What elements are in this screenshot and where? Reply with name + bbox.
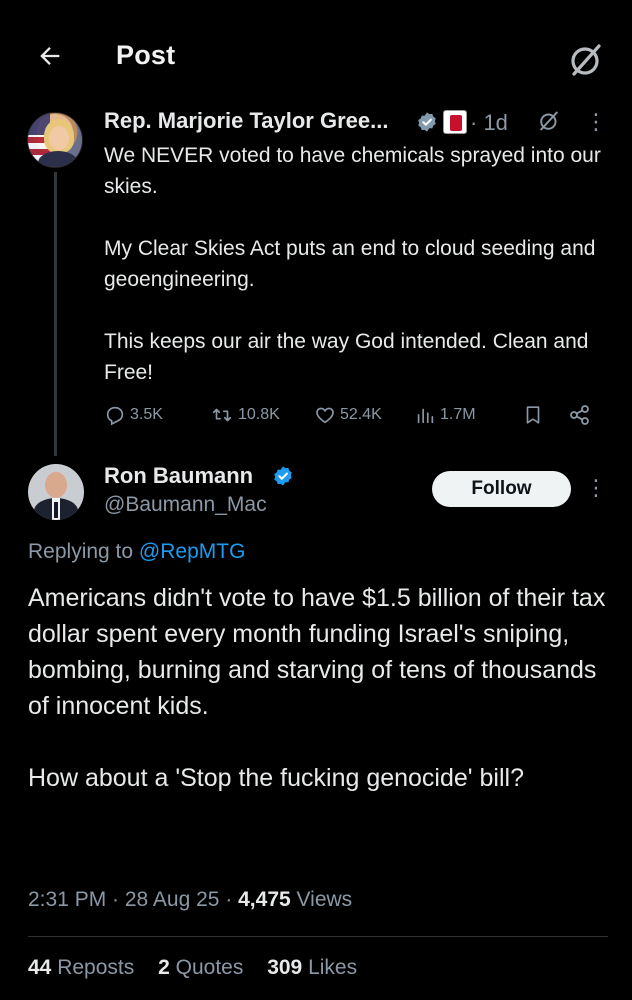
reposts-count: 44 [28, 956, 52, 979]
government-affiliation-icon [443, 110, 467, 134]
avatar[interactable] [28, 464, 84, 520]
author-name[interactable]: Ron Baumann [104, 463, 253, 489]
grok-icon[interactable] [536, 108, 562, 134]
author-handle[interactable]: @Baumann_Mac [104, 493, 267, 517]
replying-to: Replying to @RepMTG [28, 540, 245, 564]
verified-badge-icon [418, 112, 436, 132]
page-title: Post [116, 40, 176, 70]
post-page: Post Rep. Marjorie Taylor Gree... · 1d ⋮… [0, 0, 632, 1000]
post-time[interactable]: · 1d [470, 110, 508, 136]
more-options-icon[interactable]: ⋮ [584, 474, 608, 502]
quotes-stat[interactable]: 2 Quotes [158, 956, 243, 979]
back-button[interactable] [30, 36, 70, 76]
post-paragraph: We NEVER voted to have chemicals sprayed… [104, 144, 601, 198]
post-paragraph: This keeps our air the way God intended.… [104, 330, 589, 384]
share-button[interactable] [568, 400, 596, 430]
follow-button[interactable]: Follow [432, 471, 571, 507]
reposts-label: Reposts [57, 956, 135, 979]
mention-link[interactable]: @RepMTG [139, 540, 246, 563]
reply-count: 3.5K [130, 406, 163, 423]
author-name[interactable]: Rep. Marjorie Taylor Gree... [104, 108, 388, 134]
like-count: 52.4K [340, 406, 382, 423]
views-button[interactable]: 1.7M [414, 400, 476, 430]
top-bar: Post [0, 0, 632, 116]
views-label: Views [290, 888, 353, 911]
bookmark-button[interactable] [522, 400, 548, 430]
view-count: 1.7M [440, 406, 476, 423]
reply-paragraph: How about a 'Stop the fucking genocide' … [28, 764, 524, 792]
reply-text: Americans didn't vote to have $1.5 billi… [28, 580, 614, 796]
views-count: 4,475 [238, 888, 291, 911]
avatar[interactable] [27, 112, 83, 168]
like-button[interactable]: 52.4K [314, 400, 382, 430]
quotes-label: Quotes [175, 956, 244, 979]
share-icon [570, 405, 589, 425]
reply-button[interactable]: 3.5K [104, 400, 163, 430]
post-text: We NEVER voted to have chemicals sprayed… [104, 140, 604, 388]
repost-button[interactable]: 10.8K [210, 400, 280, 430]
heart-icon [316, 407, 334, 424]
reply-paragraph: Americans didn't vote to have $1.5 billi… [28, 584, 606, 720]
likes-stat[interactable]: 309 Likes [267, 956, 357, 979]
replying-prefix: Replying to [28, 540, 139, 563]
bookmark-icon [526, 406, 540, 424]
likes-label: Likes [308, 956, 358, 979]
more-options-icon[interactable]: ⋮ [584, 108, 608, 136]
repost-icon [212, 408, 232, 422]
comment-icon [106, 406, 124, 426]
post-timestamp[interactable]: 2:31 PM · 28 Aug 25 · [28, 888, 238, 911]
post-actions: 3.5K 10.8K 52.4K 1.7M [104, 400, 604, 430]
post-paragraph: My Clear Skies Act puts an end to cloud … [104, 237, 596, 291]
quotes-count: 2 [158, 956, 170, 979]
arrow-left-icon [40, 47, 60, 65]
analytics-icon [417, 408, 434, 424]
verified-badge-icon [274, 466, 292, 486]
grok-button[interactable] [566, 40, 606, 80]
thread-line [54, 172, 57, 456]
likes-count: 309 [267, 956, 303, 979]
post-meta: 2:31 PM · 28 Aug 25 · 4,475 Views [28, 888, 352, 912]
repost-count: 10.8K [238, 406, 280, 423]
grok-icon [571, 44, 601, 76]
divider [28, 936, 608, 937]
engagement-stats: 44 Reposts 2 Quotes 309 Likes [28, 956, 375, 980]
reposts-stat[interactable]: 44 Reposts [28, 956, 134, 979]
